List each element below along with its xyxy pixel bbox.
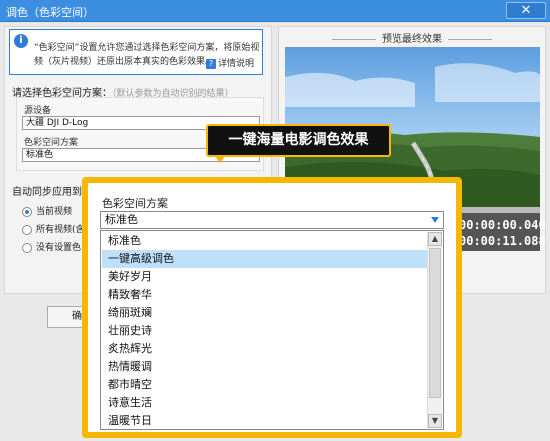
sync-option-current[interactable]: 当前视频 (22, 204, 72, 217)
radio-icon (22, 224, 32, 235)
preview-title: 预览最终效果 (278, 30, 546, 45)
dropdown-arrow-icon[interactable] (431, 217, 439, 223)
scroll-down-icon[interactable]: ▼ (428, 414, 442, 428)
sync-section-label: 自动同步应用到： (12, 187, 92, 198)
time-total: 00:00:11.088 (459, 234, 546, 248)
list-item[interactable]: 炙热辉光 (102, 340, 428, 358)
close-button[interactable]: ✕ (506, 2, 546, 19)
scroll-up-icon[interactable]: ▲ (428, 232, 442, 246)
select-value: 标准色 (105, 213, 138, 226)
sync-option-label: 没有设置色 (36, 243, 82, 253)
color-space-select[interactable]: 标准色 (100, 211, 444, 229)
help-icon: ? (206, 59, 216, 69)
radio-icon (22, 242, 32, 253)
device-label: 源设备 (24, 106, 52, 116)
list-item[interactable]: 一键高级调色 (102, 250, 428, 268)
callout-pointer (214, 155, 226, 163)
promo-callout: 一键海量电影调色效果 (206, 124, 391, 157)
detail-label: 详情说明 (218, 59, 255, 69)
list-scrollbar[interactable]: ▲ ▼ (427, 232, 442, 428)
time-display: 00:00:00.040 00:00:11.088 (455, 213, 546, 251)
info-icon: i (14, 34, 28, 48)
radio-icon (22, 206, 32, 217)
list-item[interactable]: 温暖节日 (102, 412, 428, 429)
sync-option-unset[interactable]: 没有设置色 (22, 240, 81, 253)
detail-link[interactable]: ? 详情说明 (206, 56, 254, 69)
sync-option-all[interactable]: 所有视频(含 (22, 222, 85, 235)
time-current: 00:00:00.040 (459, 218, 546, 232)
scroll-thumb[interactable] (429, 248, 441, 398)
list-item[interactable]: 绮丽斑斓 (102, 304, 428, 322)
list-item[interactable]: 诗意生活 (102, 394, 428, 412)
list-item[interactable]: 精致奢华 (102, 286, 428, 304)
space-label: 色彩空间方案 (24, 138, 79, 148)
window-title: 调色（色彩空间） (6, 6, 94, 19)
list-item[interactable]: 壮丽史诗 (102, 322, 428, 340)
list-item[interactable]: 热情暖调 (102, 358, 428, 376)
list-item[interactable]: 标准色 (102, 232, 428, 250)
sync-option-label: 所有视频(含 (36, 225, 85, 235)
list-item[interactable]: 美好岁月 (102, 268, 428, 286)
info-box: i “色彩空间”设置允许您通过选择色彩空间方案，将原始视频（灰片视频）还原出原本… (9, 29, 263, 75)
color-space-list: 标准色 一键高级调色 美好岁月 精致奢华 绮丽斑斓 壮丽史诗 炙热辉光 热情暖调… (100, 230, 444, 430)
list-item[interactable]: 都市晴空 (102, 376, 428, 394)
preview-title-text: 预览最终效果 (382, 34, 442, 45)
callout-label: 色彩空间方案 (102, 197, 168, 210)
sync-option-label: 当前视频 (36, 207, 73, 217)
window-titlebar: 调色（色彩空间） ✕ (0, 0, 550, 22)
dropdown-callout: 色彩空间方案 标准色 标准色 一键高级调色 美好岁月 精致奢华 绮丽斑斓 壮丽史… (82, 177, 462, 438)
